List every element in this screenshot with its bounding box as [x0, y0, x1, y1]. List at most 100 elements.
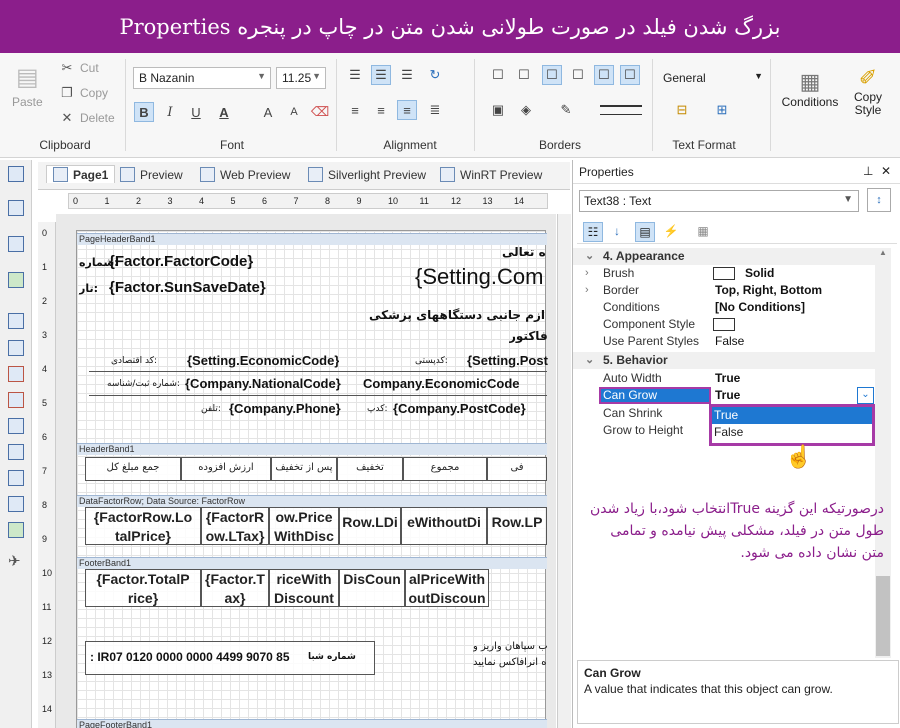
- font-size-combo[interactable]: 11.25 ▼: [276, 67, 326, 89]
- page-header-band[interactable]: PageHeaderBand1: [77, 233, 547, 245]
- company-phone-field[interactable]: {Company.Phone}: [229, 401, 341, 416]
- page-footer-band[interactable]: PageFooterBand1: [77, 719, 547, 728]
- setting-post-field[interactable]: {Setting.Post: [467, 353, 548, 368]
- align-bottom-button[interactable]: ☰: [397, 65, 417, 85]
- dropdown-option-false[interactable]: False: [712, 424, 872, 441]
- toolbox-richtext-icon[interactable]: [8, 340, 24, 356]
- prop-row-component-style[interactable]: Component Style: [573, 316, 875, 333]
- footer-cell[interactable]: {Factor.TotalP rice}: [85, 569, 201, 607]
- categorized-icon[interactable]: ☷: [583, 222, 603, 242]
- toolbox-picture-icon[interactable]: [8, 522, 24, 538]
- align-left-button[interactable]: ≡: [345, 100, 365, 120]
- company-postcode-field[interactable]: {Company.PostCode}: [393, 401, 526, 416]
- company-economic-field[interactable]: Company.EconomicCode: [363, 376, 520, 391]
- grow-font-button[interactable]: A: [258, 102, 278, 122]
- header-cell[interactable]: فی: [487, 457, 547, 481]
- border-all-button[interactable]: ☐: [488, 65, 508, 85]
- properties-view-icon[interactable]: ▤: [635, 222, 655, 242]
- iban-box[interactable]: : IR07 0120 0000 0000 4499 9070 85 شماره…: [85, 641, 375, 675]
- data-cell[interactable]: {FactorRow.Lo talPrice}: [85, 507, 201, 545]
- border-left-button[interactable]: ☐: [542, 65, 562, 85]
- font-family-combo[interactable]: B Nazanin ▼: [133, 67, 271, 89]
- setting-company-field[interactable]: {Setting.Com: [415, 264, 543, 290]
- footer-cell[interactable]: {Factor.T ax}: [201, 569, 269, 607]
- prop-row-can-grow[interactable]: Can Grow True ⌄: [573, 387, 875, 404]
- category-behavior[interactable]: ⌄ 5. Behavior: [573, 352, 875, 369]
- justify-button[interactable]: ≣: [425, 100, 445, 120]
- dropdown-option-true[interactable]: True: [712, 407, 872, 424]
- toolbox-image-icon[interactable]: [8, 272, 24, 288]
- toolbox-panel-icon[interactable]: [8, 418, 24, 434]
- delete-button[interactable]: ✕ Delete: [58, 109, 115, 127]
- close-icon[interactable]: ✕: [881, 164, 891, 178]
- border-bottom-button[interactable]: ☐: [620, 65, 640, 85]
- toolbox-chart-icon[interactable]: [8, 496, 24, 512]
- header-cell[interactable]: ارزش افزوده: [181, 457, 271, 481]
- alphabetical-icon[interactable]: ↓: [607, 222, 627, 242]
- copy-button[interactable]: ❐ Copy: [58, 84, 108, 102]
- data-cell[interactable]: Row.LP: [487, 507, 547, 545]
- copy-style-button[interactable]: ✐ Copy Style: [846, 65, 890, 117]
- border-color-button[interactable]: ✎: [556, 100, 576, 120]
- data-cell[interactable]: Row.LDi: [339, 507, 401, 545]
- footer-band[interactable]: FooterBand1: [77, 557, 547, 569]
- italic-button[interactable]: I: [160, 102, 180, 122]
- properties-scrollbar[interactable]: ▲: [875, 248, 891, 658]
- data-band[interactable]: DataFactorRow; Data Source: FactorRow: [77, 495, 547, 507]
- border-none-button[interactable]: ☐: [514, 65, 534, 85]
- header-cell[interactable]: تخفیف: [337, 457, 403, 481]
- number-format-button[interactable]: ⊞: [712, 100, 732, 120]
- toolbox-label2-icon[interactable]: [8, 392, 24, 408]
- border-top-button[interactable]: ☐: [568, 65, 588, 85]
- currency-format-button[interactable]: ⊟: [672, 100, 692, 120]
- header-cell[interactable]: مجموع: [403, 457, 487, 481]
- factor-date-field[interactable]: {Factor.SunSaveDate}: [109, 279, 266, 296]
- events-icon[interactable]: ⚡: [661, 222, 681, 242]
- pin-icon[interactable]: ⊥: [863, 164, 873, 178]
- footer-cell[interactable]: riceWith Discount: [269, 569, 339, 607]
- align-middle-button[interactable]: ☰: [371, 65, 391, 85]
- toolbox-container-icon[interactable]: [8, 444, 24, 460]
- prop-row-auto-width[interactable]: Auto Width True: [573, 370, 875, 387]
- fill-color-button[interactable]: ◈: [516, 100, 536, 120]
- shadow-button[interactable]: ▣: [488, 100, 508, 120]
- cut-button[interactable]: ✂ Cut: [58, 59, 99, 77]
- border-style-selector[interactable]: [600, 105, 642, 115]
- rotate-text-button[interactable]: ↻: [425, 65, 445, 85]
- toolbox-band-icon[interactable]: [8, 166, 24, 182]
- eraser-button[interactable]: ⌫: [310, 102, 330, 122]
- sort-az-button[interactable]: ↕: [867, 188, 891, 212]
- data-cell[interactable]: ow.Price WithDisc: [269, 507, 339, 545]
- align-center-button[interactable]: ≡: [371, 100, 391, 120]
- canvas-scrollbar[interactable]: [557, 214, 571, 728]
- header-band[interactable]: HeaderBand1: [77, 443, 547, 455]
- header-cell[interactable]: جمع مبلغ کل: [85, 457, 181, 481]
- shrink-font-button[interactable]: A: [284, 102, 304, 122]
- prop-row-conditions[interactable]: Conditions [No Conditions]: [573, 299, 875, 316]
- header-cell[interactable]: پس از تخفیف: [271, 457, 337, 481]
- underline-button[interactable]: U: [186, 102, 206, 122]
- chevron-down-icon[interactable]: ⌄: [857, 387, 874, 404]
- toolbox-label-icon[interactable]: [8, 366, 24, 382]
- align-top-button[interactable]: ☰: [345, 65, 365, 85]
- data-cell[interactable]: {FactorR ow.LTax}: [201, 507, 269, 545]
- prop-row-border[interactable]: › Border Top, Right, Bottom: [573, 282, 875, 299]
- footer-cell[interactable]: DisCoun: [339, 569, 405, 607]
- toolbox-databand-icon[interactable]: [8, 236, 24, 252]
- category-appearance[interactable]: ⌄ 4. Appearance: [573, 248, 875, 265]
- toolbox-text-icon[interactable]: [8, 313, 24, 329]
- can-grow-dropdown[interactable]: True False: [709, 404, 875, 446]
- border-right-button[interactable]: ☐: [594, 65, 614, 85]
- tab-web-preview[interactable]: Web Preview: [200, 167, 290, 182]
- font-color-button[interactable]: A: [214, 102, 234, 122]
- toolbox-band2-icon[interactable]: [8, 200, 24, 216]
- report-page[interactable]: PageHeaderBand1 {Factor.FactorCode} :شما…: [76, 230, 548, 728]
- object-selector[interactable]: Text38 : Text ▼: [579, 190, 859, 212]
- tab-page1[interactable]: Page1: [46, 165, 116, 183]
- tab-preview[interactable]: Preview: [120, 167, 183, 182]
- data-cell[interactable]: eWithoutDi: [401, 507, 487, 545]
- toolbox-table-icon[interactable]: [8, 470, 24, 486]
- conditions-button[interactable]: ▦ Conditions: [778, 69, 842, 109]
- paste-button[interactable]: ▤ Paste: [12, 61, 43, 110]
- tools-icon[interactable]: ✈: [8, 552, 21, 570]
